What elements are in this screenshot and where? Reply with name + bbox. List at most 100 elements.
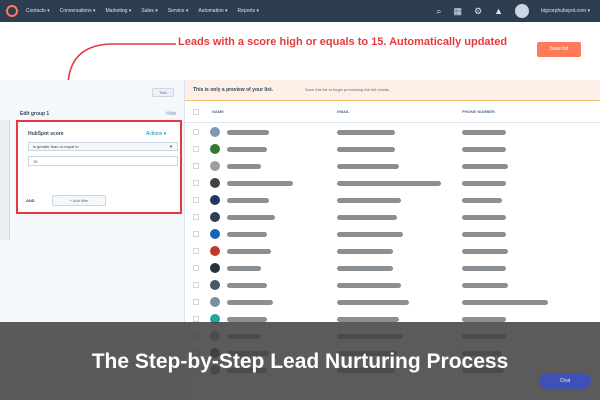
row-checkbox[interactable] <box>193 299 199 305</box>
nav-utilities: ⌕ ▦ ⚙ ▲ bigcorphubspot.com ▾ <box>437 0 590 22</box>
row-checkbox[interactable] <box>193 248 199 254</box>
search-icon[interactable]: ⌕ <box>437 6 442 16</box>
nav-item-reports[interactable]: Reports ▾ <box>238 8 259 14</box>
row-checkbox[interactable] <box>193 180 199 186</box>
chevron-down-icon: ▼ <box>169 144 173 149</box>
score-filter-card: HubSpot score Actions ▾ is greater than … <box>16 120 182 214</box>
contact-email-redacted <box>337 181 441 186</box>
column-header-name[interactable]: NAME <box>212 109 224 114</box>
hide-group-link[interactable]: Hide <box>166 111 176 117</box>
filter-value-input[interactable]: 15 <box>28 156 178 166</box>
filter-actions-dropdown[interactable]: Actions ▾ <box>146 131 166 137</box>
nav-item-service[interactable]: Service ▾ <box>168 8 189 14</box>
account-name[interactable]: bigcorphubspot.com ▾ <box>541 8 590 14</box>
screenshot-root: Contacts ▾ Conversations ▾ Marketing ▾ S… <box>0 0 600 400</box>
add-filter-button[interactable]: + Add filter <box>52 195 106 206</box>
filter-operator-select[interactable]: is greater than or equal to ▼ <box>28 142 178 151</box>
preview-banner: This is only a preview of your list. Sav… <box>185 80 600 101</box>
row-checkbox[interactable] <box>193 163 199 169</box>
contact-phone-redacted <box>462 283 508 288</box>
contact-name-redacted <box>227 266 261 271</box>
row-checkbox[interactable] <box>193 129 199 135</box>
contact-email-redacted <box>337 232 403 237</box>
table-row[interactable] <box>185 294 600 311</box>
hubspot-logo-icon[interactable] <box>6 5 18 17</box>
filter-sidebar-edge <box>0 120 10 240</box>
contact-email-redacted <box>337 215 397 220</box>
contact-name-redacted <box>227 300 273 305</box>
caption-banner: The Step-by-Step Lead Nurturing Process <box>0 322 600 400</box>
contact-name-redacted <box>227 215 275 220</box>
caption-title: The Step-by-Step Lead Nurturing Process <box>91 350 509 373</box>
contact-avatar-icon <box>210 127 220 137</box>
row-checkbox[interactable] <box>193 265 199 271</box>
row-checkbox[interactable] <box>193 146 199 152</box>
contact-avatar-icon <box>210 195 220 205</box>
preview-hint: Save this list to begin processing the f… <box>305 87 391 92</box>
table-row[interactable] <box>185 192 600 209</box>
account-avatar[interactable] <box>515 4 530 18</box>
chat-widget-button[interactable]: Chat <box>539 373 591 389</box>
contact-phone-redacted <box>462 181 506 186</box>
contact-email-redacted <box>337 249 393 254</box>
contact-email-redacted <box>337 164 399 169</box>
table-row[interactable] <box>185 260 600 277</box>
contact-email-redacted <box>337 198 401 203</box>
contact-phone-redacted <box>462 164 508 169</box>
nav-item-marketing[interactable]: Marketing ▾ <box>106 8 132 14</box>
row-checkbox[interactable] <box>193 197 199 203</box>
contact-phone-redacted <box>462 266 506 271</box>
row-checkbox[interactable] <box>193 214 199 220</box>
contact-name-redacted <box>227 130 269 135</box>
save-list-button[interactable]: Save list <box>537 42 581 57</box>
and-connector-label: AND <box>26 198 35 203</box>
select-all-checkbox[interactable] <box>193 109 199 115</box>
top-navigation-bar: Contacts ▾ Conversations ▾ Marketing ▾ S… <box>0 0 600 22</box>
contact-name-redacted <box>227 198 269 203</box>
table-row[interactable] <box>185 277 600 294</box>
contact-email-redacted <box>337 147 395 152</box>
table-row[interactable] <box>185 141 600 158</box>
nav-item-sales[interactable]: Sales ▾ <box>141 8 157 14</box>
table-row[interactable] <box>185 243 600 260</box>
contact-phone-redacted <box>462 147 506 152</box>
table-row[interactable] <box>185 124 600 141</box>
table-row[interactable] <box>185 209 600 226</box>
filter-operator-value: is greater than or equal to <box>33 144 79 149</box>
contact-phone-redacted <box>462 215 506 220</box>
contact-name-redacted <box>227 181 293 186</box>
column-header-email[interactable]: EMAIL <box>337 109 349 114</box>
nav-item-conversations[interactable]: Conversations ▾ <box>60 8 96 14</box>
test-button[interactable]: Test <box>152 88 174 97</box>
contact-email-redacted <box>337 300 409 305</box>
contact-email-redacted <box>337 266 393 271</box>
filter-property-label: HubSpot score <box>28 131 64 137</box>
marketplace-icon[interactable]: ▦ <box>454 6 463 16</box>
contact-avatar-icon <box>210 212 220 222</box>
filter-group-title: Edit group 1 <box>20 111 50 117</box>
contact-avatar-icon <box>210 280 220 290</box>
contact-phone-redacted <box>462 249 508 254</box>
settings-gear-icon[interactable]: ⚙ <box>474 6 482 16</box>
table-header: NAME EMAIL PHONE NUMBER <box>185 101 600 123</box>
table-row[interactable] <box>185 175 600 192</box>
table-row[interactable] <box>185 158 600 175</box>
table-row[interactable] <box>185 226 600 243</box>
column-header-phone[interactable]: PHONE NUMBER <box>462 109 495 114</box>
nav-item-contacts[interactable]: Contacts ▾ <box>26 8 50 14</box>
contact-phone-redacted <box>462 232 506 237</box>
contact-avatar-icon <box>210 297 220 307</box>
contact-name-redacted <box>227 283 267 288</box>
contact-avatar-icon <box>210 229 220 239</box>
notifications-bell-icon[interactable]: ▲ <box>494 6 503 16</box>
row-checkbox[interactable] <box>193 282 199 288</box>
nav-menu: Contacts ▾ Conversations ▾ Marketing ▾ S… <box>26 8 259 14</box>
row-checkbox[interactable] <box>193 231 199 237</box>
annotation-callout: Leads with a score high or equals to 15.… <box>178 36 508 48</box>
contact-avatar-icon <box>210 178 220 188</box>
contact-phone-redacted <box>462 198 502 203</box>
contact-name-redacted <box>227 164 261 169</box>
nav-item-automation[interactable]: Automation ▾ <box>198 8 227 14</box>
contact-name-redacted <box>227 249 271 254</box>
contact-phone-redacted <box>462 300 548 305</box>
